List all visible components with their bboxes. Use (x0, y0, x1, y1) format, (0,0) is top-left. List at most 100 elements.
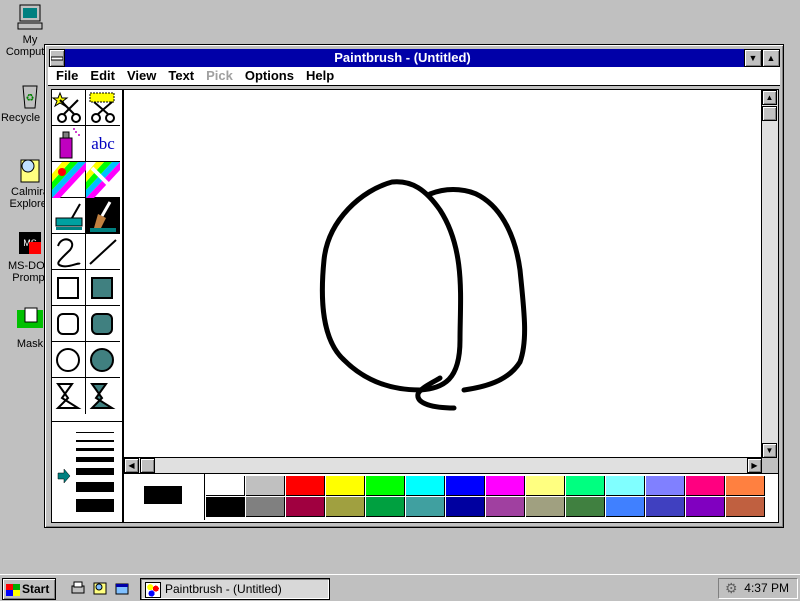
menu-file[interactable]: File (48, 67, 84, 85)
paintbrush-window: Paintbrush - (Untitled) ▼ ▲ File Edit View… (44, 44, 784, 528)
palette-color-swatch[interactable] (486, 497, 525, 517)
palette-color-swatch[interactable] (206, 476, 245, 496)
palette-bar (123, 473, 779, 523)
line-width-selector[interactable] (51, 421, 123, 523)
scroll-left-button[interactable]: ◀ (124, 458, 139, 473)
palette-color-swatch[interactable] (646, 476, 685, 496)
palette-color-swatch[interactable] (326, 476, 365, 496)
menu-view[interactable]: View (121, 67, 162, 85)
menu-help[interactable]: Help (300, 67, 340, 85)
palette-color-swatch[interactable] (726, 497, 765, 517)
palette-color-swatch[interactable] (566, 476, 605, 496)
scroll-down-button[interactable]: ▼ (762, 443, 777, 458)
color-eraser-tool[interactable] (52, 162, 86, 198)
palette-color-swatch[interactable] (686, 476, 725, 496)
color-palette (206, 476, 774, 518)
palette-color-swatch[interactable] (206, 497, 245, 517)
computer-icon (15, 2, 45, 32)
palette-color-swatch[interactable] (686, 497, 725, 517)
filled-polygon-tool[interactable] (86, 378, 120, 414)
palette-color-swatch[interactable] (526, 476, 565, 496)
palette-color-swatch[interactable] (406, 497, 445, 517)
palette-color-swatch[interactable] (526, 497, 565, 517)
vertical-scrollbar[interactable]: ▲ ▼ (761, 90, 778, 458)
drawing (319, 179, 528, 411)
curve-tool[interactable] (52, 234, 86, 270)
free-scissors-tool[interactable] (51, 90, 86, 126)
filled-rounded-box-icon (91, 313, 113, 335)
quicklaunch-explorer-icon[interactable] (92, 580, 108, 596)
color-eraser-icon (52, 162, 86, 198)
scroll-thumb[interactable] (762, 106, 777, 121)
palette-color-swatch[interactable] (606, 476, 645, 496)
palette-color-swatch[interactable] (286, 476, 325, 496)
maximize-button[interactable]: ▲ (762, 49, 780, 67)
filled-circle-tool[interactable] (86, 342, 120, 378)
curve-icon (57, 238, 81, 268)
palette-color-swatch[interactable] (446, 476, 485, 496)
palette-color-swatch[interactable] (726, 476, 765, 496)
title-bar[interactable]: Paintbrush - (Untitled) ▼ ▲ (65, 49, 780, 67)
palette-color-swatch[interactable] (446, 497, 485, 517)
menu-edit[interactable]: Edit (84, 67, 121, 85)
canvas[interactable] (124, 90, 762, 458)
system-menu-button[interactable] (49, 49, 65, 67)
line-icon (89, 239, 117, 265)
filled-polygon-icon (89, 383, 116, 409)
menu-bar: File Edit View Text Pick Options Help (48, 67, 780, 86)
taskbar-paintbrush-button[interactable]: Paintbrush - (Untitled) (140, 578, 330, 600)
line-tool[interactable] (86, 234, 120, 270)
line-widths-icon (57, 432, 114, 512)
rect-scissors-tool[interactable] (86, 90, 120, 126)
recycle-bin-icon: ♻ (15, 80, 45, 110)
circle-tool[interactable] (52, 342, 86, 378)
rounded-box-tool[interactable] (52, 306, 86, 342)
drawing-area[interactable]: ▲ ▼ ◀ ▶ (123, 89, 779, 475)
explorer-icon (15, 154, 45, 184)
minimize-button[interactable]: ▼ (744, 49, 762, 67)
window-title: Paintbrush - (Untitled) (334, 50, 471, 65)
svg-text:♻: ♻ (26, 93, 35, 104)
clock: 4:37 PM (744, 581, 789, 595)
taskbar: Start Paintbrush - (Untitled) ⚙ 4:37 PM (0, 574, 800, 601)
menu-options[interactable]: Options (239, 67, 300, 85)
palette-color-swatch[interactable] (366, 476, 405, 496)
start-button[interactable]: Start (2, 578, 56, 600)
eraser-tool[interactable] (86, 162, 120, 198)
palette-color-swatch[interactable] (486, 476, 525, 496)
airbrush-tool[interactable] (52, 126, 86, 162)
msdos-icon: MS (15, 228, 45, 258)
filled-rounded-box-tool[interactable] (86, 306, 120, 342)
polygon-tool[interactable] (52, 378, 86, 414)
rounded-box-icon (57, 313, 79, 335)
tray-gear-icon[interactable]: ⚙ (725, 580, 738, 597)
scissors-rect-icon (89, 92, 115, 123)
palette-color-swatch[interactable] (366, 497, 405, 517)
box-icon (57, 277, 79, 299)
text-tool[interactable]: abc (86, 126, 120, 162)
palette-color-swatch[interactable] (406, 476, 445, 496)
text-tool-label: abc (91, 134, 115, 153)
menu-text[interactable]: Text (162, 67, 200, 85)
palette-color-swatch[interactable] (286, 497, 325, 517)
palette-color-swatch[interactable] (566, 497, 605, 517)
palette-color-swatch[interactable] (606, 497, 645, 517)
brush-tool[interactable] (86, 198, 120, 234)
paint-roller-tool[interactable] (52, 198, 86, 234)
quicklaunch-window-icon[interactable] (114, 580, 130, 596)
palette-color-swatch[interactable] (646, 497, 685, 517)
scroll-right-button[interactable]: ▶ (747, 458, 762, 473)
quicklaunch-printer-icon[interactable] (70, 580, 86, 596)
horizontal-scrollbar[interactable]: ◀ ▶ (124, 457, 762, 474)
palette-color-swatch[interactable] (246, 476, 285, 496)
palette-color-swatch[interactable] (246, 497, 285, 517)
scroll-up-button[interactable]: ▲ (762, 90, 777, 105)
airbrush-icon (59, 128, 80, 159)
scroll-hthumb[interactable] (140, 458, 155, 473)
scissors-star-icon (51, 91, 81, 123)
palette-color-swatch[interactable] (326, 497, 365, 517)
filled-box-tool[interactable] (86, 270, 120, 306)
filled-circle-icon (90, 348, 114, 372)
system-tray: ⚙ 4:37 PM (718, 578, 798, 599)
box-tool[interactable] (52, 270, 86, 306)
